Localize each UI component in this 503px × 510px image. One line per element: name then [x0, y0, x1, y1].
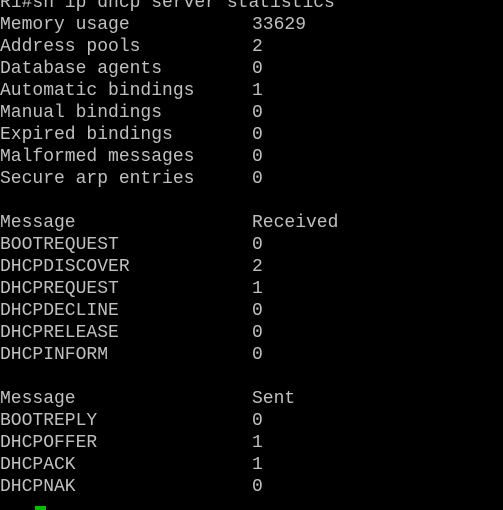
received-row-dhcpdiscover: DHCPDISCOVER 2 [0, 256, 503, 278]
terminal-cursor [35, 506, 46, 510]
stat-label: Memory usage [0, 15, 130, 35]
stat-label: Address pools [0, 37, 141, 57]
received-row-dhcpdecline: DHCPDECLINE 0 [0, 300, 503, 322]
column-header-message: Message [0, 389, 76, 409]
stat-row-database-agents: Database agents 0 [0, 58, 503, 80]
stat-value: 1 [252, 81, 263, 101]
stat-value: 0 [252, 125, 263, 145]
message-count: 0 [252, 301, 263, 321]
stat-value: 0 [252, 169, 263, 189]
stat-row-automatic-bindings: Automatic bindings 1 [0, 80, 503, 102]
message-count: 0 [252, 345, 263, 365]
sent-row-dhcpoffer: DHCPOFFER 1 [0, 432, 503, 454]
stat-value: 33629 [252, 15, 307, 35]
message-type: DHCPRELEASE [0, 323, 119, 343]
message-type: DHCPREQUEST [0, 279, 119, 299]
stat-value: 2 [252, 37, 263, 57]
stat-label: Automatic bindings [0, 81, 195, 101]
received-table-header: Message Received [0, 212, 503, 234]
stat-label: Database agents [0, 59, 163, 79]
sent-row-dhcpack: DHCPACK 1 [0, 454, 503, 476]
received-row-bootrequest: BOOTREQUEST 0 [0, 234, 503, 256]
stat-value: 0 [252, 103, 263, 123]
message-count: 1 [252, 433, 263, 453]
command-text: R1#sh ip dhcp server statistics [0, 0, 335, 13]
command-line: R1#sh ip dhcp server statistics [0, 0, 503, 14]
message-count: 1 [252, 455, 263, 475]
stat-label: Malformed messages [0, 147, 195, 167]
message-count: 2 [252, 257, 263, 277]
stat-row-secure-arp-entries: Secure arp entries 0 [0, 168, 503, 190]
stat-row-expired-bindings: Expired bindings 0 [0, 124, 503, 146]
stat-label: Manual bindings [0, 103, 163, 123]
message-type: DHCPINFORM [0, 345, 109, 365]
stat-label: Secure arp entries [0, 169, 195, 189]
sent-row-dhcpnak: DHCPNAK 0 [0, 476, 503, 498]
sent-row-bootreply: BOOTREPLY 0 [0, 410, 503, 432]
message-count: 0 [252, 323, 263, 343]
message-count: 1 [252, 279, 263, 299]
column-header-sent: Sent [252, 389, 296, 409]
message-count: 0 [252, 411, 263, 431]
received-row-dhcprelease: DHCPRELEASE 0 [0, 322, 503, 344]
message-count: 0 [252, 477, 263, 497]
message-type: DHCPACK [0, 455, 76, 475]
received-row-dhcpinform: DHCPINFORM 0 [0, 344, 503, 366]
message-type: DHCPDECLINE [0, 301, 119, 321]
message-type: DHCPDISCOVER [0, 257, 130, 277]
received-row-dhcprequest: DHCPREQUEST 1 [0, 278, 503, 300]
stat-row-address-pools: Address pools 2 [0, 36, 503, 58]
message-type: DHCPOFFER [0, 433, 98, 453]
message-count: 0 [252, 235, 263, 255]
sent-table-header: Message Sent [0, 388, 503, 410]
stat-row-memory-usage: Memory usage 33629 [0, 14, 503, 36]
stat-value: 0 [252, 59, 263, 79]
message-type: BOOTREQUEST [0, 235, 119, 255]
column-header-message: Message [0, 213, 76, 233]
terminal-output[interactable]: R1#sh ip dhcp server statistics Memory u… [0, 0, 503, 498]
stat-label: Expired bindings [0, 125, 173, 145]
stat-value: 0 [252, 147, 263, 167]
stat-row-malformed-messages: Malformed messages 0 [0, 146, 503, 168]
column-header-received: Received [252, 213, 339, 233]
message-type: BOOTREPLY [0, 411, 98, 431]
message-type: DHCPNAK [0, 477, 76, 497]
stat-row-manual-bindings: Manual bindings 0 [0, 102, 503, 124]
